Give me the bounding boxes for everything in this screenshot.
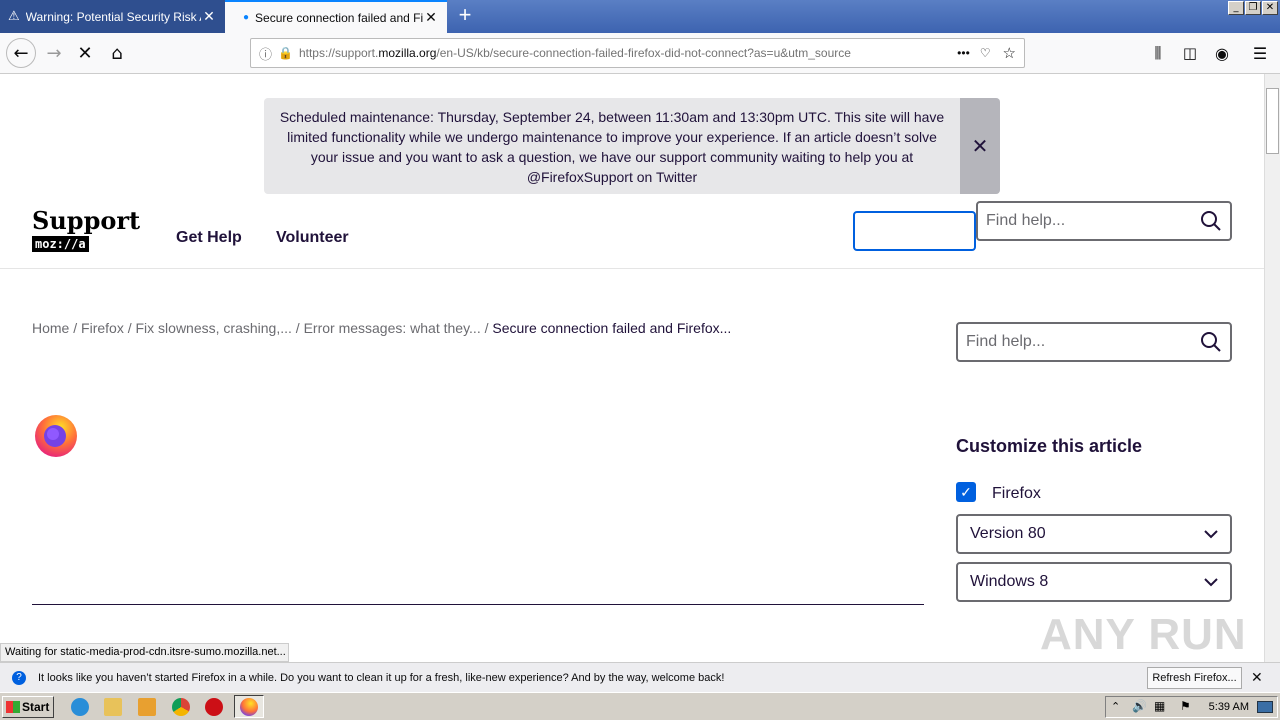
- info-icon[interactable]: ⓘ: [259, 44, 272, 63]
- refresh-notification-bar: ? It looks like you haven’t started Fire…: [0, 662, 1280, 692]
- forward-button[interactable]: →: [40, 39, 68, 67]
- account-icon[interactable]: ◉: [1208, 39, 1236, 67]
- chevron-down-icon: [1204, 530, 1218, 539]
- loading-dot-icon: ●: [243, 12, 250, 23]
- tab-title: Secure connection failed and Firefox did…: [255, 10, 423, 25]
- article-divider: [32, 604, 924, 605]
- chevron-down-icon: [1204, 578, 1218, 587]
- os-select[interactable]: Windows 8: [956, 562, 1232, 602]
- sidebar-icon[interactable]: ◫: [1176, 39, 1204, 67]
- scrollbar-thumb[interactable]: [1266, 88, 1279, 154]
- nav-get-help[interactable]: Get Help: [176, 229, 242, 247]
- checkmark-icon: ✓: [960, 483, 972, 500]
- show-desktop-icon[interactable]: [1257, 701, 1273, 713]
- customize-heading: Customize this article: [956, 436, 1143, 456]
- breadcrumb-home[interactable]: Home: [32, 320, 69, 336]
- nav-bar: ← → ✕ ⌂ ⓘ 🔒 https://support.mozilla.org/…: [0, 33, 1280, 74]
- minimize-button[interactable]: _: [1228, 1, 1244, 15]
- logo-mozilla[interactable]: moz://a: [32, 236, 89, 252]
- sidebar-search-input[interactable]: Find help...: [956, 322, 1232, 362]
- header-search-input[interactable]: Find help...: [976, 201, 1232, 241]
- refresh-firefox-button[interactable]: Refresh Firefox...: [1147, 667, 1242, 689]
- start-label: Start: [22, 700, 50, 714]
- firefox-logo-icon: [35, 415, 77, 457]
- notification-text: It looks like you haven’t started Firefo…: [38, 671, 725, 684]
- firefox-icon: [240, 698, 258, 716]
- chrome-icon[interactable]: [172, 698, 190, 716]
- breadcrumb-firefox[interactable]: Firefox: [81, 320, 124, 336]
- home-icon[interactable]: ⌂: [103, 39, 131, 67]
- media-player-icon[interactable]: [138, 698, 156, 716]
- tab-secure-connection[interactable]: ● Secure connection failed and Firefox d…: [225, 0, 447, 33]
- search-icon[interactable]: [1200, 331, 1222, 353]
- os-select-value: Windows 8: [970, 573, 1049, 590]
- ie-icon[interactable]: [71, 698, 89, 716]
- breadcrumb-fix[interactable]: Fix slowness, crashing,...: [136, 320, 292, 336]
- close-tab-icon[interactable]: ✕: [201, 8, 217, 25]
- firefox-checkbox[interactable]: ✓: [956, 482, 976, 502]
- clock[interactable]: 5:39 AM: [1209, 701, 1249, 713]
- stop-button[interactable]: ✕: [71, 39, 99, 67]
- back-button[interactable]: ←: [6, 38, 36, 68]
- nav-volunteer[interactable]: Volunteer: [276, 229, 349, 247]
- banner-close-button[interactable]: ✕: [960, 98, 1000, 194]
- header-divider: [0, 268, 1264, 269]
- tray-expand-icon[interactable]: ⌃: [1111, 700, 1120, 713]
- url-text[interactable]: https://support.mozilla.org/en-US/kb/sec…: [299, 46, 947, 60]
- search-icon[interactable]: [1200, 210, 1222, 232]
- url-path: /en-US/kb/secure-connection-failed-firef…: [436, 46, 851, 60]
- anyrun-watermark: ANY RUN: [1040, 610, 1247, 659]
- system-tray: ⌃ 🔊 ▦ ⚑ 5:39 AM: [1105, 696, 1278, 718]
- opera-icon[interactable]: [205, 698, 223, 716]
- page-scrollbar[interactable]: [1264, 74, 1280, 662]
- bookmark-star-icon[interactable]: ☆: [1003, 44, 1016, 62]
- breadcrumb-sep: /: [123, 320, 136, 336]
- firefox-checkbox-label[interactable]: Firefox: [992, 485, 1041, 503]
- web-page: Scheduled maintenance: Thursday, Septemb…: [0, 74, 1264, 646]
- question-icon: ?: [12, 670, 26, 685]
- tab-warning[interactable]: ⚠ Warning: Potential Security Risk Ahead…: [0, 0, 225, 33]
- maintenance-banner: Scheduled maintenance: Thursday, Septemb…: [264, 98, 1000, 194]
- logo-support[interactable]: Support: [32, 206, 140, 235]
- taskbar: Start ⌃ 🔊 ▦ ⚑ 5:39 AM: [0, 692, 1280, 720]
- banner-text: Scheduled maintenance: Thursday, Septemb…: [279, 109, 945, 185]
- url-prefix: https://support.: [298, 46, 379, 60]
- url-host: mozilla.org: [378, 46, 437, 60]
- breadcrumb-sep: /: [69, 320, 82, 336]
- start-button[interactable]: Start: [2, 696, 54, 718]
- search-placeholder: Find help...: [966, 333, 1046, 350]
- pocket-icon[interactable]: ♡: [980, 46, 991, 60]
- lock-icon[interactable]: 🔒: [278, 46, 293, 60]
- status-bar: Waiting for static-media-prod-cdn.itsre-…: [0, 643, 289, 662]
- folder-icon[interactable]: [104, 698, 122, 716]
- firefox-taskbar-button[interactable]: [234, 695, 264, 718]
- windows-logo-icon: [6, 701, 20, 713]
- close-tab-icon[interactable]: ✕: [423, 9, 439, 26]
- new-tab-button[interactable]: +: [452, 4, 478, 28]
- volume-icon[interactable]: 🔊: [1132, 699, 1147, 713]
- tab-bar: ⚠ Warning: Potential Security Risk Ahead…: [0, 0, 1280, 33]
- breadcrumb-sep: /: [480, 320, 493, 336]
- restore-button[interactable]: ❐: [1245, 1, 1261, 15]
- library-icon[interactable]: ⫼: [1144, 39, 1172, 67]
- breadcrumb-sep: /: [291, 320, 304, 336]
- breadcrumb-errors[interactable]: Error messages: what they...: [304, 320, 481, 336]
- breadcrumb: Home / Firefox / Fix slowness, crashing,…: [32, 320, 731, 336]
- menu-icon[interactable]: ☰: [1246, 39, 1274, 67]
- page-actions-icon[interactable]: •••: [957, 46, 970, 60]
- breadcrumb-current: Secure connection failed and Firefox...: [492, 320, 732, 336]
- warning-triangle-icon: ⚠: [8, 9, 20, 24]
- tab-title: Warning: Potential Security Risk Ahead: [25, 9, 201, 24]
- notification-close-icon[interactable]: ✕: [1251, 669, 1263, 686]
- version-select[interactable]: Version 80: [956, 514, 1232, 554]
- url-bar[interactable]: ⓘ 🔒 https://support.mozilla.org/en-US/kb…: [250, 38, 1025, 68]
- version-select-value: Version 80: [970, 525, 1046, 542]
- window-close-button[interactable]: ✕: [1262, 1, 1278, 15]
- flag-icon[interactable]: ⚑: [1180, 699, 1191, 713]
- focused-nav-item[interactable]: [853, 211, 976, 251]
- network-icon[interactable]: ▦: [1154, 699, 1165, 713]
- search-placeholder: Find help...: [986, 212, 1066, 229]
